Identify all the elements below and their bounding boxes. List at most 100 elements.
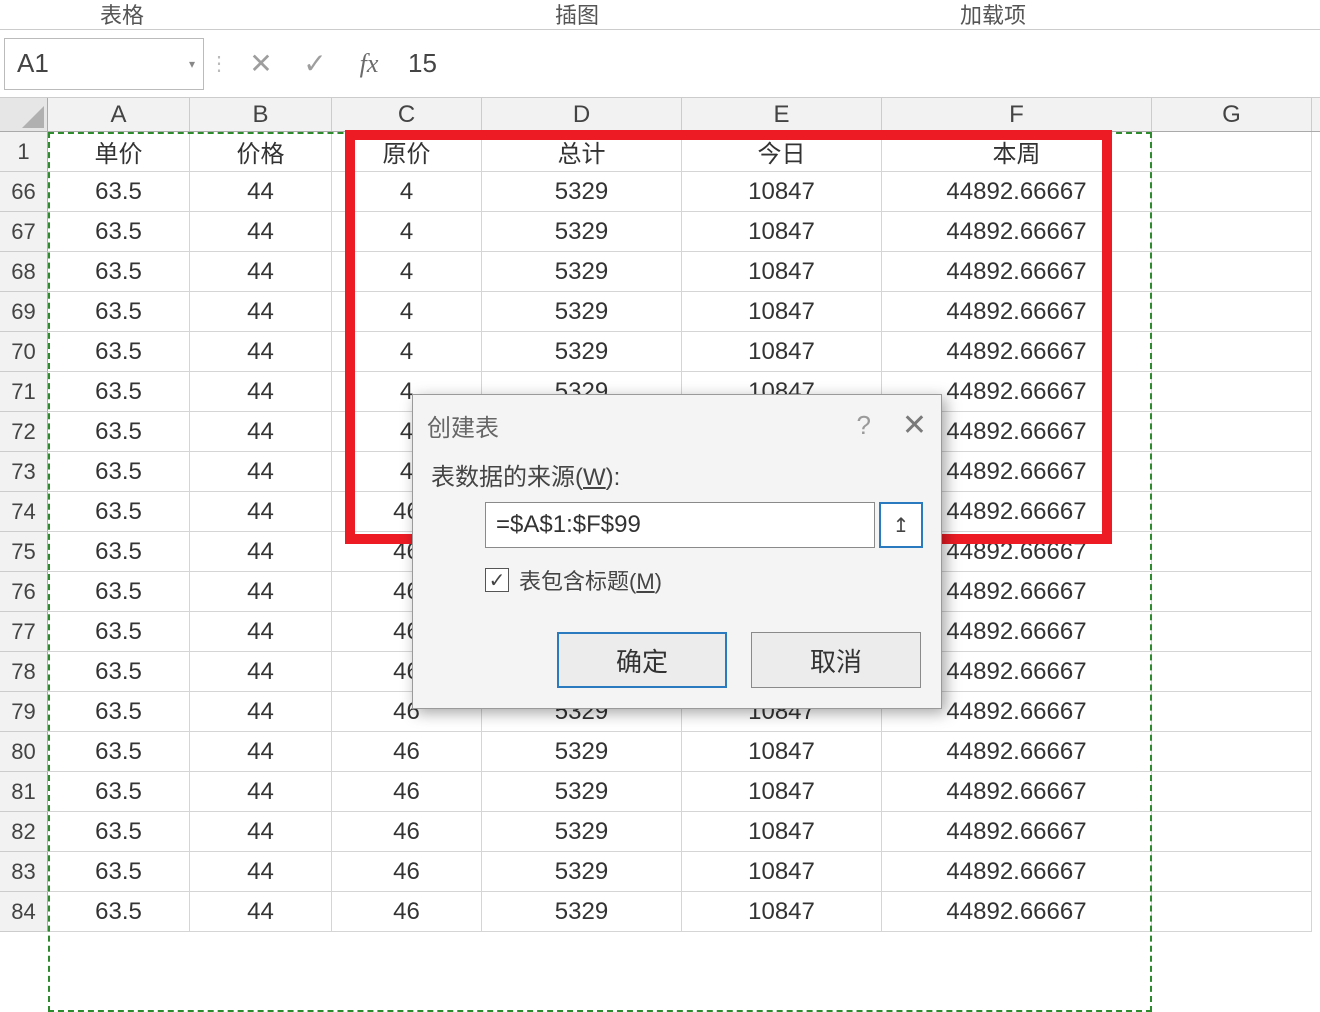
cell[interactable]: 63.5 — [48, 612, 190, 652]
cell[interactable]: 5329 — [482, 812, 682, 852]
cell[interactable]: 5329 — [482, 852, 682, 892]
cell[interactable]: 44 — [190, 292, 332, 332]
dialog-close-button[interactable]: ✕ — [902, 408, 927, 443]
cell[interactable] — [1152, 612, 1312, 652]
cell[interactable]: 44892.66667 — [882, 892, 1152, 932]
cell[interactable]: 63.5 — [48, 652, 190, 692]
row-header[interactable]: 70 — [0, 332, 48, 372]
cell[interactable]: 4 — [332, 252, 482, 292]
cell[interactable]: 4 — [332, 212, 482, 252]
name-box-dropdown-icon[interactable]: ▾ — [189, 57, 195, 71]
cell[interactable]: 总计 — [482, 132, 682, 172]
cell[interactable]: 10847 — [682, 252, 882, 292]
cell[interactable] — [1152, 252, 1312, 292]
cell[interactable]: 63.5 — [48, 372, 190, 412]
cell[interactable]: 63.5 — [48, 292, 190, 332]
dialog-titlebar[interactable]: 创建表 ? ✕ — [413, 395, 941, 455]
col-header-C[interactable]: C — [332, 98, 482, 131]
cell[interactable]: 10847 — [682, 772, 882, 812]
ok-button[interactable]: 确定 — [557, 632, 727, 688]
cell[interactable] — [1152, 212, 1312, 252]
cell[interactable] — [1152, 372, 1312, 412]
cell[interactable] — [1152, 692, 1312, 732]
cell[interactable] — [1152, 412, 1312, 452]
select-all-corner[interactable] — [0, 98, 48, 131]
row-header[interactable]: 68 — [0, 252, 48, 292]
cell[interactable]: 63.5 — [48, 892, 190, 932]
cell[interactable] — [1152, 132, 1312, 172]
cell[interactable]: 44892.66667 — [882, 772, 1152, 812]
cell[interactable]: 10847 — [682, 292, 882, 332]
cell[interactable]: 63.5 — [48, 332, 190, 372]
cell[interactable]: 44 — [190, 692, 332, 732]
cell[interactable]: 63.5 — [48, 852, 190, 892]
cell[interactable]: 63.5 — [48, 732, 190, 772]
cell[interactable]: 5329 — [482, 252, 682, 292]
name-box[interactable]: A1 ▾ — [4, 38, 204, 90]
cell[interactable]: 63.5 — [48, 172, 190, 212]
cell[interactable]: 44 — [190, 332, 332, 372]
cell[interactable]: 44 — [190, 772, 332, 812]
cell[interactable]: 44 — [190, 212, 332, 252]
cell[interactable] — [1152, 452, 1312, 492]
cell[interactable]: 63.5 — [48, 812, 190, 852]
col-header-D[interactable]: D — [482, 98, 682, 131]
cell[interactable] — [1152, 532, 1312, 572]
cell[interactable]: 46 — [332, 732, 482, 772]
cell[interactable]: 10847 — [682, 732, 882, 772]
cell[interactable] — [1152, 292, 1312, 332]
cell[interactable]: 44 — [190, 652, 332, 692]
cell[interactable]: 44 — [190, 892, 332, 932]
cell[interactable]: 10847 — [682, 852, 882, 892]
cell[interactable]: 63.5 — [48, 572, 190, 612]
row-header[interactable]: 78 — [0, 652, 48, 692]
cell[interactable]: 63.5 — [48, 692, 190, 732]
formula-input[interactable] — [396, 38, 1320, 90]
cell[interactable]: 44892.66667 — [882, 292, 1152, 332]
cell[interactable]: 4 — [332, 292, 482, 332]
col-header-B[interactable]: B — [190, 98, 332, 131]
cell[interactable]: 46 — [332, 892, 482, 932]
cell[interactable]: 44 — [190, 612, 332, 652]
dialog-help-button[interactable]: ? — [857, 410, 871, 441]
cell[interactable]: 10847 — [682, 812, 882, 852]
cell[interactable]: 44 — [190, 252, 332, 292]
cell[interactable]: 44892.66667 — [882, 252, 1152, 292]
row-header[interactable]: 75 — [0, 532, 48, 572]
row-header[interactable]: 66 — [0, 172, 48, 212]
row-header[interactable]: 71 — [0, 372, 48, 412]
cell[interactable]: 5329 — [482, 732, 682, 772]
cell[interactable] — [1152, 652, 1312, 692]
cancel-button[interactable]: 取消 — [751, 632, 921, 688]
cell[interactable]: 46 — [332, 772, 482, 812]
row-header[interactable]: 81 — [0, 772, 48, 812]
cell[interactable]: 10847 — [682, 172, 882, 212]
cell[interactable]: 44892.66667 — [882, 732, 1152, 772]
cell[interactable]: 63.5 — [48, 772, 190, 812]
formula-confirm-button[interactable]: ✓ — [288, 38, 342, 90]
col-header-E[interactable]: E — [682, 98, 882, 131]
row-header[interactable]: 67 — [0, 212, 48, 252]
cell[interactable] — [1152, 572, 1312, 612]
row-header[interactable]: 79 — [0, 692, 48, 732]
cell[interactable]: 4 — [332, 332, 482, 372]
row-header[interactable]: 1 — [0, 132, 48, 172]
cell[interactable]: 5329 — [482, 172, 682, 212]
cell[interactable]: 原价 — [332, 132, 482, 172]
cell[interactable]: 63.5 — [48, 532, 190, 572]
col-header-A[interactable]: A — [48, 98, 190, 131]
cell[interactable]: 44892.66667 — [882, 172, 1152, 212]
cell[interactable]: 44892.66667 — [882, 332, 1152, 372]
cell[interactable]: 44 — [190, 412, 332, 452]
cell[interactable]: 5329 — [482, 292, 682, 332]
cell[interactable]: 今日 — [682, 132, 882, 172]
cell[interactable] — [1152, 772, 1312, 812]
cell[interactable]: 63.5 — [48, 252, 190, 292]
cell[interactable] — [1152, 892, 1312, 932]
cell[interactable]: 单价 — [48, 132, 190, 172]
range-input[interactable] — [485, 502, 875, 548]
cell[interactable]: 44 — [190, 492, 332, 532]
row-header[interactable]: 76 — [0, 572, 48, 612]
cell[interactable]: 63.5 — [48, 492, 190, 532]
cell[interactable]: 4 — [332, 172, 482, 212]
